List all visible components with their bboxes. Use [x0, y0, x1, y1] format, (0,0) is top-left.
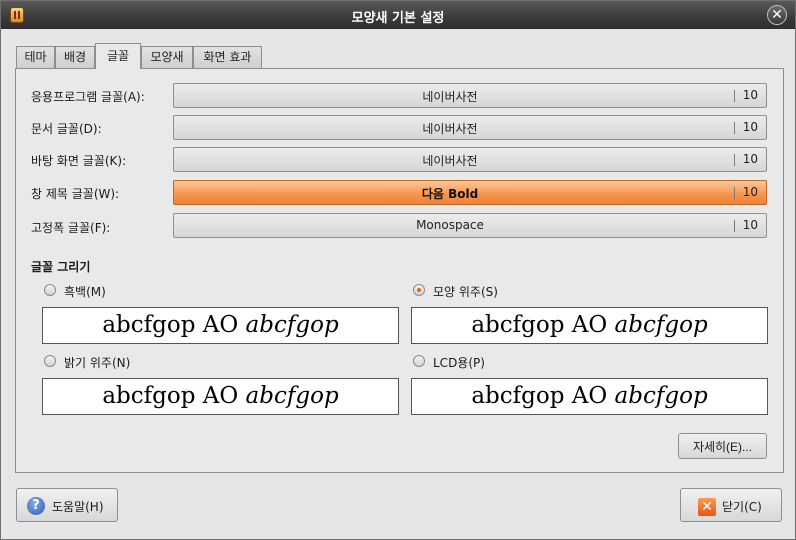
desktop-font-button[interactable]: 네이버사전 10 — [173, 147, 767, 172]
font-preview-best-shapes: abcfgop AO abcfgop — [411, 307, 768, 344]
help-icon: ? — [27, 497, 45, 515]
fixed-width-font-name: Monospace — [416, 218, 484, 232]
fixed-width-font-label: 고정폭 글꼴(F): — [31, 221, 111, 235]
help-button-label: 도움말(H) — [52, 500, 104, 514]
font-preview-monochrome: abcfgop AO abcfgop — [42, 307, 399, 344]
size-separator — [734, 90, 735, 102]
size-separator — [734, 187, 735, 199]
preview-italic-text: abcfgop — [245, 383, 339, 409]
window-title-font-name: 다음 Bold — [421, 187, 479, 201]
size-separator — [734, 154, 735, 166]
font-preview-subpixel-lcd: abcfgop AO abcfgop — [411, 378, 768, 415]
close-button-label: 닫기(C) — [722, 500, 762, 514]
rendering-option-label: 흑백(M) — [64, 285, 106, 299]
preview-italic-text: abcfgop — [614, 312, 708, 338]
help-button[interactable]: ? 도움말(H) — [16, 488, 118, 522]
preview-normal-text: abcfgop AO — [102, 312, 246, 338]
rendering-option-label: 모양 위주(S) — [433, 285, 498, 299]
window-title-font-label: 창 제목 글꼴(W): — [31, 187, 120, 201]
desktop-font-label: 바탕 화면 글꼴(K): — [31, 154, 127, 168]
tab-background[interactable]: 배경 — [55, 46, 95, 68]
application-font-label: 응용프로그램 글꼴(A): — [31, 90, 145, 104]
font-rendering-title: 글꼴 그리기 — [31, 260, 91, 274]
details-button[interactable]: 자세히(E)... — [678, 433, 767, 459]
radio-button[interactable] — [413, 355, 425, 367]
window-close-icon[interactable]: ✕ — [767, 5, 787, 25]
rendering-option-label: LCD용(P) — [433, 356, 485, 370]
preview-italic-text: abcfgop — [245, 312, 339, 338]
window-title: 모양새 기본 설정 — [351, 11, 445, 26]
preview-normal-text: abcfgop AO — [471, 383, 615, 409]
tab-theme[interactable]: 테마 — [16, 46, 55, 68]
preview-normal-text: abcfgop AO — [102, 383, 246, 409]
application-font-button[interactable]: 네이버사전 10 — [173, 83, 767, 108]
fixed-width-font-size: 10 — [742, 218, 758, 232]
window-title-font-size: 10 — [742, 185, 758, 199]
tab-fonts[interactable]: 글꼴 — [95, 43, 141, 69]
window-title-font-button[interactable]: 다음 Bold 10 — [173, 180, 767, 205]
document-font-button[interactable]: 네이버사전 10 — [173, 115, 767, 140]
desktop-font-name: 네이버사전 — [422, 154, 478, 168]
font-preview-best-contrast: abcfgop AO abcfgop — [42, 378, 399, 415]
close-button[interactable]: ✕ 닫기(C) — [680, 488, 782, 522]
document-font-name: 네이버사전 — [422, 122, 478, 136]
size-separator — [734, 122, 735, 134]
tab-interface[interactable]: 모양새 — [141, 46, 193, 68]
titlebar[interactable]: 모양새 기본 설정 ✕ — [1, 1, 795, 29]
desktop-font-size: 10 — [742, 152, 758, 166]
radio-button-selected[interactable] — [413, 284, 425, 296]
close-icon: ✕ — [698, 498, 716, 516]
document-font-label: 문서 글꼴(D): — [31, 122, 102, 136]
application-font-name: 네이버사전 — [422, 90, 478, 104]
document-font-size: 10 — [742, 120, 758, 134]
rendering-option-label: 밝기 위주(N) — [64, 356, 131, 370]
preview-italic-text: abcfgop — [614, 383, 708, 409]
appearance-preferences-window: 모양새 기본 설정 ✕ 테마 배경 글꼴 모양새 화면 효과 응용프로그램 글꼴… — [0, 0, 796, 540]
application-font-size: 10 — [742, 88, 758, 102]
fixed-width-font-button[interactable]: Monospace 10 — [173, 213, 767, 238]
tab-visual-effects[interactable]: 화면 효과 — [193, 46, 262, 68]
radio-button[interactable] — [44, 355, 56, 367]
preview-normal-text: abcfgop AO — [471, 312, 615, 338]
radio-button[interactable] — [44, 284, 56, 296]
size-separator — [734, 220, 735, 232]
